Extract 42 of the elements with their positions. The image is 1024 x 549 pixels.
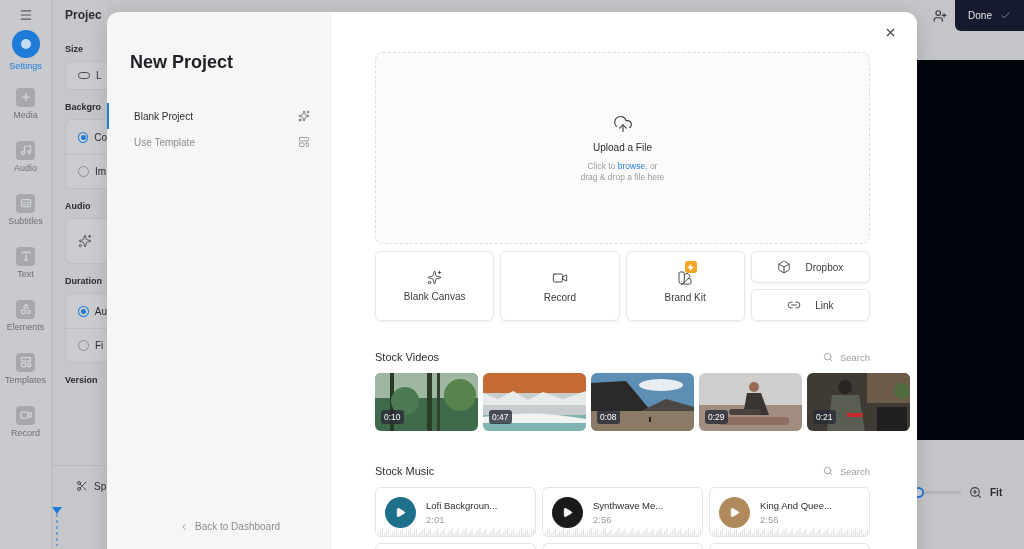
- upload-title: Upload a File: [593, 141, 652, 153]
- track-title: King And Quee...: [760, 499, 832, 511]
- fit-button[interactable]: Fit: [990, 486, 1003, 498]
- link-tile[interactable]: Link: [750, 289, 870, 321]
- track-duration: 2:56: [760, 513, 780, 525]
- section-label: Backgro: [65, 102, 102, 112]
- done-button[interactable]: Done: [955, 0, 1024, 31]
- video-thumbnail[interactable]: 0:21: [807, 373, 910, 431]
- upload-dropzone[interactable]: Upload a File Click to browse, or drag & drop a file here: [375, 52, 870, 244]
- duration-label: 0:47: [489, 410, 512, 424]
- music-track[interactable]: Lofi Backgroun... 2:01: [375, 487, 536, 537]
- track-duration: 2:56: [593, 513, 613, 525]
- split-button[interactable]: Sp: [52, 466, 107, 506]
- canvas-tile[interactable]: Blank Canvas: [375, 251, 495, 321]
- dropbox-tile[interactable]: Dropbox: [750, 251, 870, 283]
- duration-label: 0:21: [813, 410, 836, 424]
- duration-label: 0:08: [597, 410, 620, 424]
- radio-option[interactable]: Au: [66, 294, 107, 328]
- duration-label: 0:10: [381, 410, 404, 424]
- track-title: Lofi Backgroun...: [426, 499, 498, 511]
- section-label: Audio: [65, 201, 92, 211]
- video-thumbnail[interactable]: 0:47: [483, 373, 586, 431]
- section-label: Size: [65, 44, 84, 54]
- brand-tile[interactable]: Brand Kit: [625, 251, 745, 321]
- upload-hint: Click to browse, or drag & drop a file here: [580, 160, 665, 183]
- duration-label: 0:29: [705, 410, 728, 424]
- section-label: Duration: [65, 276, 103, 286]
- track-title: Synthwave Me...: [593, 499, 664, 511]
- dialog-title: New Project: [129, 52, 235, 73]
- track-duration: 2:01: [426, 513, 446, 525]
- video-thumbnail[interactable]: 0:29: [699, 373, 802, 431]
- size-select[interactable]: L: [66, 62, 107, 89]
- section-title: Stock Music: [375, 465, 435, 477]
- video-thumbnail[interactable]: 0:08: [591, 373, 694, 431]
- record-tile[interactable]: Record: [500, 251, 620, 321]
- video-thumbnail[interactable]: 0:10: [375, 373, 478, 431]
- music-track[interactable]: King And Quee... 2:56: [709, 487, 870, 537]
- section-label: Version: [65, 375, 99, 385]
- section-title: Stock Videos: [375, 351, 439, 363]
- music-track[interactable]: Synthwave Me... 2:56: [542, 487, 703, 537]
- radio-option[interactable]: Co: [66, 120, 107, 154]
- panel-title: Projec: [65, 8, 103, 24]
